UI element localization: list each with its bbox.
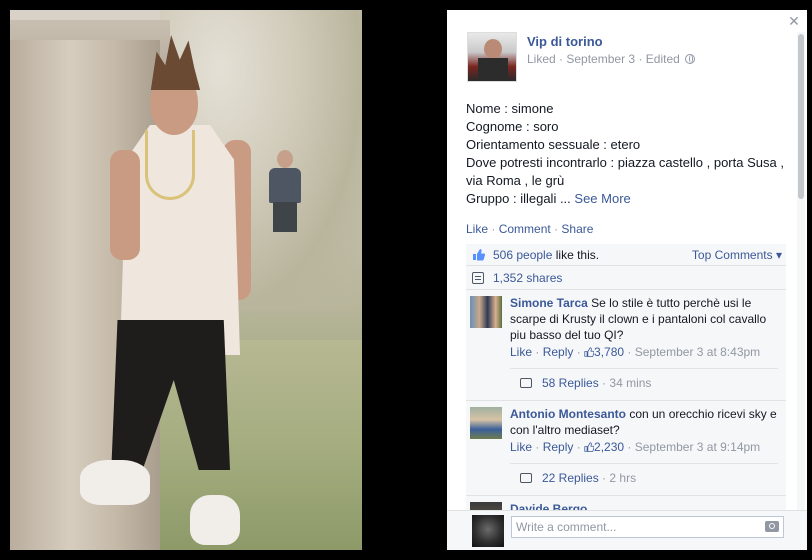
replies-time: 2 hrs <box>609 471 637 485</box>
view-replies-link[interactable]: 22 Replies · 2 hrs <box>542 471 636 485</box>
scrollbar-thumb[interactable] <box>798 34 804 199</box>
post-line: Dove potresti incontrarlo : piazza caste… <box>466 155 784 170</box>
post-actions: Like · Comment · Share <box>466 222 593 236</box>
comment: Antonio Montesanto con un orecchio ricev… <box>466 401 786 496</box>
liked-status: Liked <box>527 52 556 66</box>
post-panel: ✕ Vip di torino Liked · September 3 · Ed… <box>447 10 807 550</box>
comment-likes-count: 3,780 <box>594 345 625 359</box>
action-separator: · <box>554 222 559 236</box>
likes-count-link[interactable]: 506 people <box>493 248 552 262</box>
post-line: via Roma , le grù <box>466 173 565 188</box>
comment-likes-count: 2,230 <box>594 440 625 454</box>
comment-time[interactable]: September 3 at 9:14pm <box>635 440 760 454</box>
comment-composer <box>447 510 807 550</box>
shares-row: 1,352 shares <box>466 266 786 290</box>
photo-subject <box>80 30 255 545</box>
comment: Simone Tarca Se lo stile è tutto perchè … <box>466 290 786 401</box>
comment-likes-link[interactable]: 2,230 <box>584 440 624 454</box>
comment-like-link[interactable]: Like <box>510 440 532 454</box>
post-header: Vip di torino Liked · September 3 · Edit… <box>467 32 787 82</box>
post-body: Nome : simone Cognome : soro Orientament… <box>466 100 796 208</box>
camera-icon[interactable] <box>765 521 779 532</box>
comment-like-link[interactable]: Like <box>510 345 532 359</box>
replies-count: 22 Replies <box>542 471 599 485</box>
comment-meta: Like · Reply · 2,230 · September 3 at 9:… <box>510 440 761 454</box>
post-line: Nome : simone <box>466 101 554 116</box>
share-button[interactable]: Share <box>561 222 593 236</box>
top-comments-dropdown[interactable]: Top Comments ▾ <box>692 248 782 262</box>
edited-link[interactable]: Edited <box>646 52 680 66</box>
like-thumb-icon <box>584 442 595 452</box>
post-line: Orientamento sessuale : etero <box>466 137 641 152</box>
comment-input[interactable] <box>511 516 784 538</box>
post-meta: Liked · September 3 · Edited <box>527 52 696 66</box>
comment-avatar[interactable] <box>470 407 502 439</box>
replies-time: 34 mins <box>609 376 652 390</box>
comment-button[interactable]: Comment <box>499 222 551 236</box>
comment-reply-link[interactable]: Reply <box>543 345 574 359</box>
comment-meta: Like · Reply · 3,780 · September 3 at 8:… <box>510 345 761 359</box>
comment-avatar[interactable] <box>470 296 502 328</box>
photo-background-person <box>265 150 305 232</box>
like-thumb-icon <box>584 347 595 357</box>
share-icon <box>472 272 484 284</box>
likes-summary: 506 people like this. <box>493 248 599 262</box>
comment-author-link[interactable]: Simone Tarca <box>510 296 588 310</box>
comment-time[interactable]: September 3 at 8:43pm <box>635 345 760 359</box>
post-date-link[interactable]: September 3 <box>566 52 635 66</box>
likes-row: 506 people like this. Top Comments ▾ <box>466 244 786 266</box>
post-line-text: Gruppo : illegali ... <box>466 191 571 206</box>
scrollbar[interactable] <box>797 32 805 510</box>
action-separator: · <box>491 222 496 236</box>
ufi-box: 506 people like this. Top Comments ▾ 1,3… <box>466 244 786 534</box>
shares-link[interactable]: 1,352 shares <box>493 271 562 285</box>
like-button[interactable]: Like <box>466 222 488 236</box>
page-avatar[interactable] <box>467 32 517 82</box>
comment-reply-link[interactable]: Reply <box>543 440 574 454</box>
globe-icon[interactable] <box>685 54 696 64</box>
reply-icon <box>520 378 532 388</box>
page-name-link[interactable]: Vip di torino <box>527 34 603 49</box>
likes-suffix: like this. <box>555 248 600 262</box>
top-comments-label: Top Comments <box>691 248 773 262</box>
post-line-last: Gruppo : illegali ... See More <box>466 190 796 208</box>
replies-row: 58 Replies · 34 mins <box>510 368 778 396</box>
reply-icon <box>520 473 532 483</box>
chevron-down-icon: ▾ <box>775 248 782 262</box>
comment-author-link[interactable]: Antonio Montesanto <box>510 407 626 421</box>
see-more-link[interactable]: See More <box>574 191 630 206</box>
view-replies-link[interactable]: 58 Replies · 34 mins <box>542 376 651 390</box>
current-user-avatar <box>472 515 504 547</box>
post-photo[interactable] <box>10 10 362 550</box>
replies-count: 58 Replies <box>542 376 599 390</box>
like-thumb-icon <box>473 249 485 261</box>
replies-row: 22 Replies · 2 hrs <box>510 463 778 491</box>
post-line: Cognome : soro <box>466 119 559 134</box>
photo-area <box>0 0 447 560</box>
comment-likes-link[interactable]: 3,780 <box>584 345 624 359</box>
close-icon[interactable]: ✕ <box>787 14 801 28</box>
